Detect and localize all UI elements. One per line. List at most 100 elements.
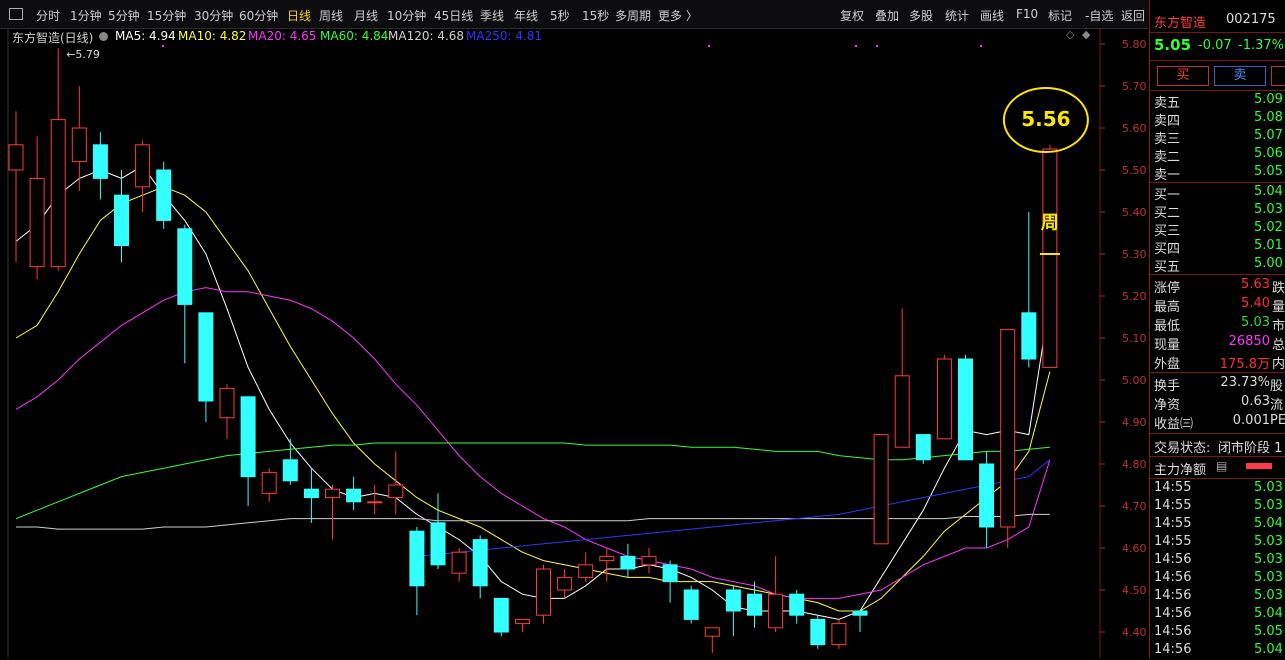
sell-button[interactable]: 卖 bbox=[1214, 66, 1266, 86]
candle[interactable] bbox=[388, 451, 404, 515]
ask-row[interactable]: 卖三 5.07 bbox=[1150, 128, 1285, 147]
period-tab[interactable]: 60分钟 bbox=[239, 7, 278, 24]
candle[interactable] bbox=[768, 556, 784, 632]
candle[interactable] bbox=[873, 434, 889, 545]
candle[interactable] bbox=[514, 618, 530, 632]
candle[interactable] bbox=[29, 136, 45, 280]
candle[interactable] bbox=[472, 535, 488, 599]
period-tab[interactable]: 15秒 bbox=[582, 7, 609, 24]
candle[interactable] bbox=[303, 468, 319, 523]
period-tab[interactable]: 多周期 bbox=[615, 7, 651, 24]
candle[interactable] bbox=[282, 438, 298, 485]
candle[interactable] bbox=[599, 548, 615, 582]
toolbar-action-button[interactable]: 返回 bbox=[1121, 7, 1145, 24]
candle[interactable] bbox=[536, 564, 551, 624]
candle[interactable] bbox=[219, 384, 235, 439]
candle[interactable] bbox=[915, 434, 931, 464]
candle[interactable] bbox=[430, 493, 446, 569]
ask-row[interactable]: 卖五 5.09 bbox=[1150, 92, 1285, 111]
candle[interactable] bbox=[71, 86, 87, 191]
candle[interactable] bbox=[831, 619, 847, 649]
candle[interactable] bbox=[852, 610, 868, 632]
stock-code: 002175 bbox=[1226, 12, 1276, 27]
period-tab[interactable]: 30分钟 bbox=[194, 7, 233, 24]
stat-row: 外盘 175.8万内 bbox=[1150, 353, 1285, 372]
candle[interactable] bbox=[979, 451, 995, 548]
candle[interactable] bbox=[810, 615, 826, 649]
candle[interactable] bbox=[325, 485, 340, 540]
candle[interactable] bbox=[725, 585, 741, 637]
candle[interactable] bbox=[683, 585, 699, 624]
period-tab[interactable]: 年线 bbox=[514, 7, 538, 24]
period-tab[interactable]: 10分钟 bbox=[387, 7, 426, 24]
bid-row[interactable]: 买二 5.03 bbox=[1150, 202, 1285, 221]
kline-chart[interactable]: 5.80 5.70 5.60 5.50 5.40 5.30 5.20 5.10 5.00 4.90… bbox=[0, 28, 1148, 658]
candle[interactable] bbox=[240, 396, 256, 506]
main-flow-label: 主力净额 bbox=[1154, 463, 1207, 478]
period-tab[interactable]: 45日线 bbox=[434, 7, 473, 24]
candle[interactable] bbox=[620, 543, 636, 578]
divider bbox=[1150, 90, 1285, 91]
candle[interactable] bbox=[1042, 144, 1058, 368]
panel-toggle-icon[interactable] bbox=[9, 8, 23, 20]
candle[interactable] bbox=[409, 527, 425, 616]
candle[interactable] bbox=[50, 48, 66, 271]
bid-row[interactable]: 买五 5.00 bbox=[1150, 256, 1285, 275]
ask-row[interactable]: 卖二 5.06 bbox=[1150, 146, 1285, 165]
toolbar-action-button[interactable]: 画线 bbox=[980, 7, 1004, 24]
candle[interactable] bbox=[493, 597, 509, 637]
period-tab[interactable]: 5分钟 bbox=[108, 7, 140, 24]
candle[interactable] bbox=[936, 354, 952, 440]
candle[interactable] bbox=[346, 476, 362, 511]
toolbar-action-button[interactable]: 叠加 bbox=[875, 7, 899, 24]
candle[interactable] bbox=[958, 354, 973, 461]
candle[interactable] bbox=[135, 140, 151, 212]
period-tab[interactable]: 5秒 bbox=[550, 7, 570, 24]
candle[interactable] bbox=[578, 552, 594, 582]
period-tab[interactable]: 周线 bbox=[319, 7, 343, 24]
candle[interactable] bbox=[451, 548, 467, 582]
toolbar-action-button[interactable]: F10 bbox=[1016, 7, 1038, 21]
toolbar-action-button[interactable]: -自选 bbox=[1085, 7, 1113, 24]
toolbar-action-button[interactable]: 复权 bbox=[840, 7, 864, 24]
bid-price: 5.04 bbox=[1254, 184, 1283, 199]
candle[interactable] bbox=[261, 468, 277, 502]
candle[interactable] bbox=[92, 132, 108, 200]
candle[interactable] bbox=[789, 590, 805, 624]
candle[interactable] bbox=[156, 161, 172, 229]
ask-row[interactable]: 卖一 5.05 bbox=[1150, 164, 1285, 183]
period-tab[interactable]: 月线 bbox=[354, 7, 378, 24]
candle-body bbox=[641, 555, 657, 566]
candle-body bbox=[514, 618, 530, 625]
candle[interactable] bbox=[1000, 329, 1016, 548]
bid-row[interactable]: 买三 5.02 bbox=[1150, 220, 1285, 239]
main-flow-menu-icon[interactable]: ▤ bbox=[1216, 459, 1227, 473]
candle[interactable] bbox=[367, 485, 383, 515]
period-tab[interactable]: 15分钟 bbox=[147, 7, 186, 24]
candle[interactable] bbox=[114, 170, 129, 263]
period-tab[interactable]: 更多 〉 bbox=[658, 7, 698, 24]
bid-row[interactable]: 买四 5.01 bbox=[1150, 238, 1285, 257]
toolbar-action-button[interactable]: 标记 bbox=[1048, 7, 1072, 24]
candle[interactable] bbox=[662, 560, 678, 603]
period-tab[interactable]: 分时 bbox=[36, 7, 60, 24]
toolbar-action-button[interactable]: 多股 bbox=[909, 7, 933, 24]
period-tab[interactable]: 季线 bbox=[480, 7, 504, 24]
candle[interactable] bbox=[1021, 212, 1037, 368]
candle[interactable] bbox=[177, 224, 193, 364]
buy-button[interactable]: 买 bbox=[1157, 66, 1209, 86]
candle[interactable] bbox=[198, 312, 214, 422]
candle[interactable] bbox=[704, 627, 720, 653]
toolbar-action-button[interactable]: 统计 bbox=[945, 7, 969, 24]
candle[interactable] bbox=[8, 111, 24, 263]
extra-button[interactable] bbox=[1271, 66, 1285, 86]
tick-time: 14:55 bbox=[1154, 516, 1192, 531]
candle[interactable] bbox=[894, 308, 910, 448]
candle-body bbox=[261, 471, 277, 494]
period-tab[interactable]: 1分钟 bbox=[70, 7, 102, 24]
bid-row[interactable]: 买一 5.04 bbox=[1150, 184, 1285, 203]
period-tab[interactable]: 日线 bbox=[287, 7, 311, 24]
candle[interactable] bbox=[641, 548, 657, 574]
ask-row[interactable]: 卖四 5.08 bbox=[1150, 110, 1285, 129]
candle[interactable] bbox=[557, 569, 573, 599]
